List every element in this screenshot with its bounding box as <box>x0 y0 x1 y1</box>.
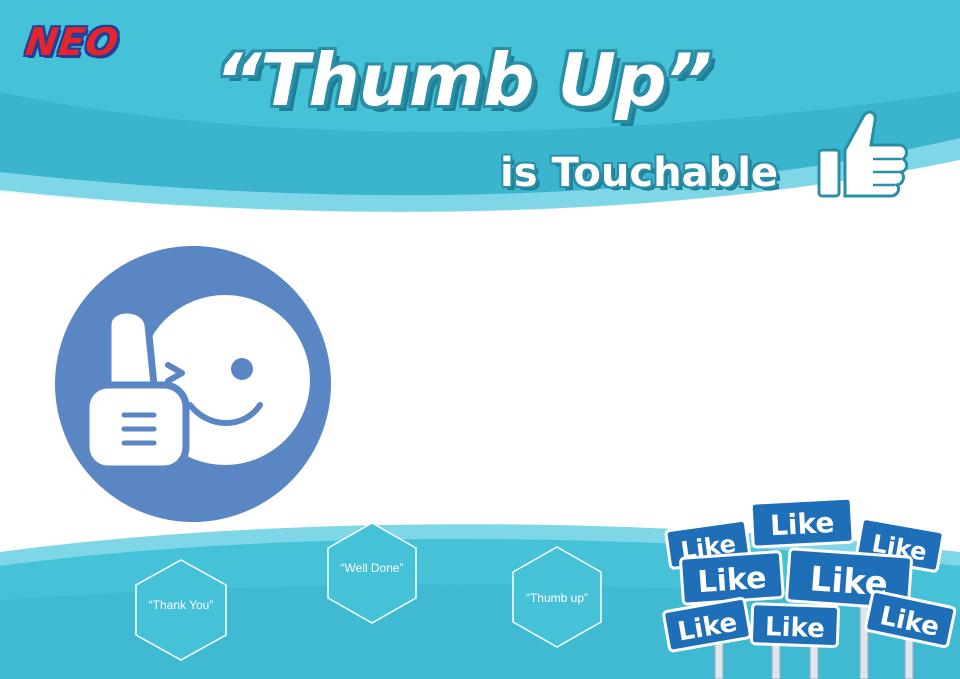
brand-logo: NEO <box>22 20 123 64</box>
sign-text-4: Like <box>696 560 767 600</box>
poster: NEO “Thumb Up” is Touchable “Thank You” … <box>0 0 960 679</box>
thumbs-up-icon <box>817 110 909 198</box>
sign-text-7: Like <box>765 612 826 644</box>
sign-text-3: Like <box>769 506 835 542</box>
page-subtitle: is Touchable <box>500 150 779 196</box>
page-title: “Thumb Up” <box>215 38 712 122</box>
hexagon-label-thumb-up: “Thumb up” <box>525 591 589 605</box>
like-signs-illustration: Like Like Like Like Like Like Like Like <box>662 496 957 679</box>
hexagon-label-thank-you: “Thank You” <box>148 598 214 612</box>
winking-face-thumbs-up-icon <box>55 246 331 522</box>
hexagon-label-well-done: “Well Done” <box>340 561 404 575</box>
